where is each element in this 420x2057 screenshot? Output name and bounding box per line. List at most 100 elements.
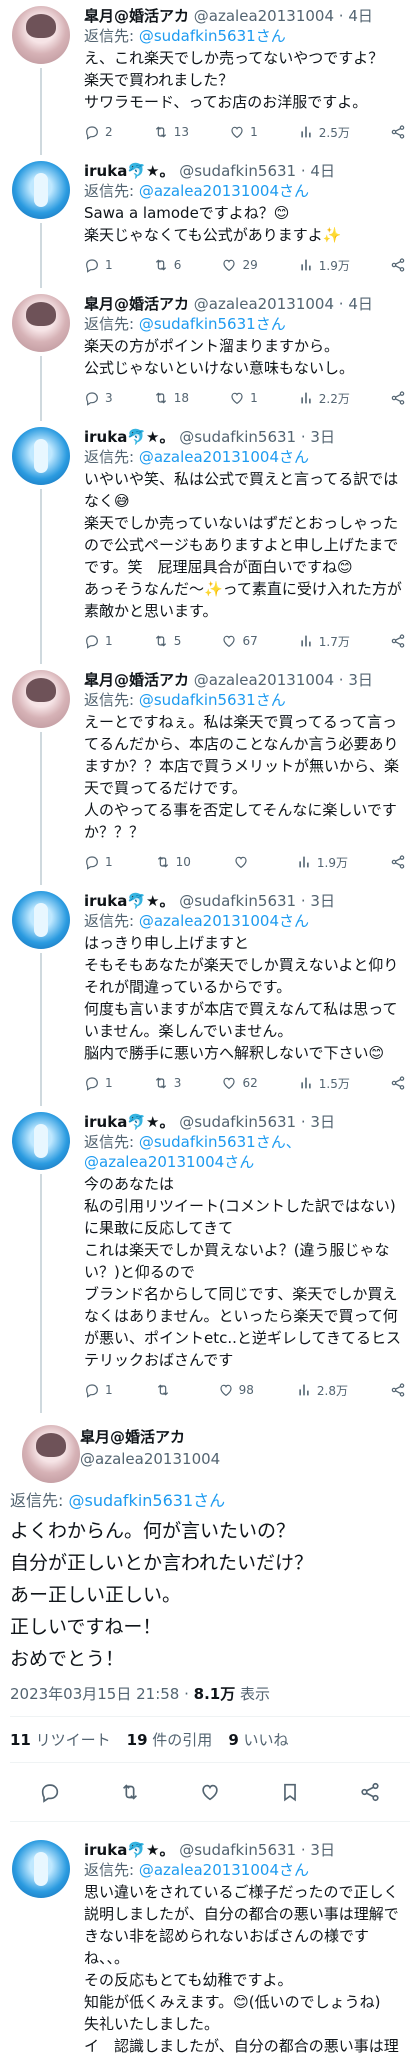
reply-mention[interactable]: @azalea20131004さん	[139, 912, 309, 930]
reply-mention[interactable]: @sudafkin5631さん	[68, 1491, 225, 1510]
quotes-stat[interactable]: 19 件の引用	[127, 1731, 213, 1749]
avatar[interactable]	[12, 161, 70, 219]
reply-mention[interactable]: @sudafkin5631さん	[139, 27, 286, 45]
share-button[interactable]	[390, 390, 406, 406]
reply-mention[interactable]: @azalea20131004さん	[139, 182, 309, 200]
handle[interactable]: @sudafkin5631	[179, 892, 296, 910]
avatar[interactable]	[12, 670, 70, 728]
like-button[interactable]: 1	[229, 124, 258, 140]
like-button[interactable]: 1	[229, 390, 258, 406]
retweet-button[interactable]: 5	[153, 633, 181, 649]
views-button[interactable]: 1.7万	[298, 633, 350, 650]
tweet[interactable]: 皐月@婚活アカ @azalea20131004 · 3日 返信先: @sudafk…	[0, 664, 420, 885]
mention-handle[interactable]: @azalea20131004	[139, 448, 279, 466]
reply-mention[interactable]: @azalea20131004さん	[139, 1861, 309, 1879]
tweet[interactable]: iruka🐬★。 @sudafkin5631 · 3日 返信先: @azalea2…	[0, 885, 420, 1106]
timestamp[interactable]: 3日	[310, 1113, 335, 1131]
views-button[interactable]: 1.9万	[298, 257, 350, 274]
timestamp[interactable]: 4日	[310, 162, 335, 180]
like-button[interactable]: 62	[221, 1075, 258, 1091]
bookmark-button[interactable]	[279, 1781, 301, 1803]
handle[interactable]: @sudafkin5631	[179, 428, 296, 446]
handle[interactable]: @azalea20131004	[80, 1448, 220, 1470]
share-button[interactable]	[390, 854, 406, 870]
mention-handle[interactable]: @sudafkin5631	[68, 1491, 193, 1510]
reply-mention[interactable]: @sudafkin5631さん	[139, 1133, 286, 1151]
tweet[interactable]: iruka🐬★。 @sudafkin5631 · 3日 返信先: @azalea2…	[0, 1822, 420, 2057]
views-button[interactable]: 1.5万	[298, 1075, 350, 1092]
display-name[interactable]: iruka🐬★。	[84, 892, 174, 910]
display-name[interactable]: iruka🐬★。	[84, 428, 174, 446]
avatar[interactable]	[12, 427, 70, 485]
retweet-button[interactable]: 18	[153, 390, 189, 406]
tweet[interactable]: 皐月@婚活アカ @azalea20131004 · 4日 返信先: @sudafk…	[0, 0, 420, 155]
tweet-datetime[interactable]: 2023年03月15日 21:58	[10, 1685, 179, 1703]
avatar[interactable]	[12, 6, 70, 64]
reply-mention[interactable]: @sudafkin5631さん	[139, 315, 286, 333]
retweet-button[interactable]	[155, 1382, 176, 1398]
tweet[interactable]: 皐月@婚活アカ @azalea20131004 · 4日 返信先: @sudafk…	[0, 288, 420, 421]
retweet-button[interactable]: 10	[155, 854, 191, 870]
retweet-button[interactable]	[119, 1781, 141, 1803]
mention-handle[interactable]: @sudafkin5631	[139, 691, 256, 709]
timestamp[interactable]: 3日	[310, 892, 335, 910]
share-button[interactable]	[390, 257, 406, 273]
mention-handle[interactable]: @azalea20131004	[139, 1861, 279, 1879]
retweets-stat[interactable]: 11 リツイート	[10, 1731, 111, 1749]
retweet-button[interactable]: 3	[153, 1075, 181, 1091]
avatar[interactable]	[12, 1840, 70, 1898]
handle[interactable]: @sudafkin5631	[179, 162, 296, 180]
tweet[interactable]: iruka🐬★。 @sudafkin5631 · 3日 返信先: @sudafki…	[0, 1106, 420, 1413]
display-name[interactable]: iruka🐬★。	[84, 162, 174, 180]
display-name[interactable]: 皐月@婚活アカ	[84, 295, 189, 313]
like-button[interactable]	[233, 854, 254, 870]
retweet-button[interactable]: 6	[153, 257, 181, 273]
likes-stat[interactable]: 9 いいね	[228, 1731, 288, 1749]
share-button[interactable]	[390, 1075, 406, 1091]
mention-handle[interactable]: @azalea20131004	[84, 1153, 224, 1171]
reply-button[interactable]	[39, 1781, 61, 1803]
reply-mention-2[interactable]: @azalea20131004さん	[84, 1153, 254, 1171]
mention-handle[interactable]: @sudafkin5631	[139, 27, 256, 45]
share-button[interactable]	[359, 1781, 381, 1803]
reply-mention[interactable]: @sudafkin5631さん	[139, 691, 286, 709]
views-button[interactable]: 1.9万	[296, 854, 348, 871]
handle[interactable]: @azalea20131004	[194, 671, 334, 689]
reply-button[interactable]: 3	[84, 390, 113, 406]
views-button[interactable]: 2.8万	[296, 1382, 348, 1399]
reply-button[interactable]: 2	[84, 124, 113, 140]
author-block[interactable]: 皐月@婚活アカ @azalea20131004	[80, 1426, 220, 1470]
handle[interactable]: @azalea20131004	[194, 295, 334, 313]
handle[interactable]: @sudafkin5631	[179, 1113, 296, 1131]
reply-button[interactable]: 1	[84, 854, 113, 870]
handle[interactable]: @sudafkin5631	[179, 1841, 296, 1859]
share-button[interactable]	[390, 633, 406, 649]
reply-mention[interactable]: @azalea20131004さん	[139, 448, 309, 466]
like-button[interactable]: 98	[218, 1382, 254, 1398]
avatar[interactable]	[12, 294, 70, 352]
avatar[interactable]	[12, 891, 70, 949]
display-name[interactable]: 皐月@婚活アカ	[84, 7, 189, 25]
views-button[interactable]: 2.2万	[298, 390, 350, 407]
reply-button[interactable]: 1	[84, 633, 113, 649]
timestamp[interactable]: 3日	[310, 428, 335, 446]
timestamp[interactable]: 3日	[348, 671, 373, 689]
handle[interactable]: @azalea20131004	[194, 7, 334, 25]
reply-button[interactable]: 1	[84, 257, 113, 273]
timestamp[interactable]: 4日	[348, 7, 373, 25]
mention-handle[interactable]: @sudafkin5631	[139, 1133, 256, 1151]
mention-handle[interactable]: @azalea20131004	[139, 912, 279, 930]
mention-handle[interactable]: @sudafkin5631	[139, 315, 256, 333]
tweet[interactable]: iruka🐬★。 @sudafkin5631 · 3日 返信先: @azalea2…	[0, 421, 420, 664]
reply-button[interactable]: 1	[84, 1382, 113, 1398]
display-name[interactable]: 皐月@婚活アカ	[84, 671, 189, 689]
like-button[interactable]: 29	[221, 257, 258, 273]
display-name[interactable]: iruka🐬★。	[84, 1113, 174, 1131]
timestamp[interactable]: 4日	[348, 295, 373, 313]
retweet-button[interactable]: 13	[153, 124, 189, 140]
display-name[interactable]: iruka🐬★。	[84, 1841, 174, 1859]
avatar[interactable]	[12, 1112, 70, 1170]
display-name[interactable]: 皐月@婚活アカ	[80, 1426, 220, 1448]
share-button[interactable]	[390, 1382, 406, 1398]
mention-handle[interactable]: @azalea20131004	[139, 182, 279, 200]
